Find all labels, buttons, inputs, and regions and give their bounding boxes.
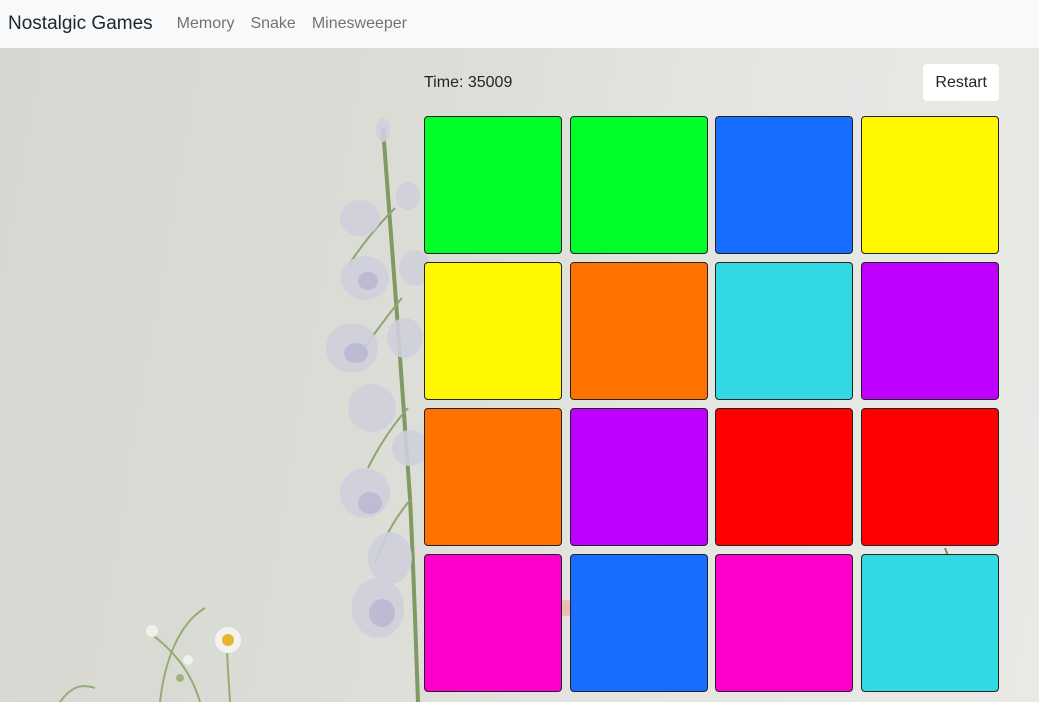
memory-tile[interactable] [860,116,999,254]
memory-tile[interactable] [424,408,562,546]
restart-button[interactable]: Restart [923,64,999,101]
memory-tile[interactable] [860,408,999,546]
nav-link-minesweeper[interactable]: Minesweeper [312,15,407,33]
memory-tile[interactable] [860,262,999,400]
timer-display: Time: 35009 [424,74,513,91]
memory-tile[interactable] [569,554,708,692]
memory-tile[interactable] [715,116,854,254]
memory-tile[interactable] [569,262,708,400]
game-header: Time: 35009 Restart [424,64,999,101]
memory-tile[interactable] [715,554,854,692]
memory-tile[interactable] [860,554,999,692]
memory-tile[interactable] [424,554,562,692]
memory-tile[interactable] [569,408,708,546]
navbar: Nostalgic Games Memory Snake Minesweeper [0,0,1039,48]
memory-tile[interactable] [715,408,854,546]
memory-tile[interactable] [424,262,562,400]
memory-tile-grid [424,116,999,692]
nav-link-snake[interactable]: Snake [250,15,295,33]
memory-tile[interactable] [569,116,708,254]
brand-link[interactable]: Nostalgic Games [8,13,153,35]
memory-tile[interactable] [715,262,854,400]
nav-link-memory[interactable]: Memory [177,15,235,33]
memory-tile[interactable] [424,116,562,254]
